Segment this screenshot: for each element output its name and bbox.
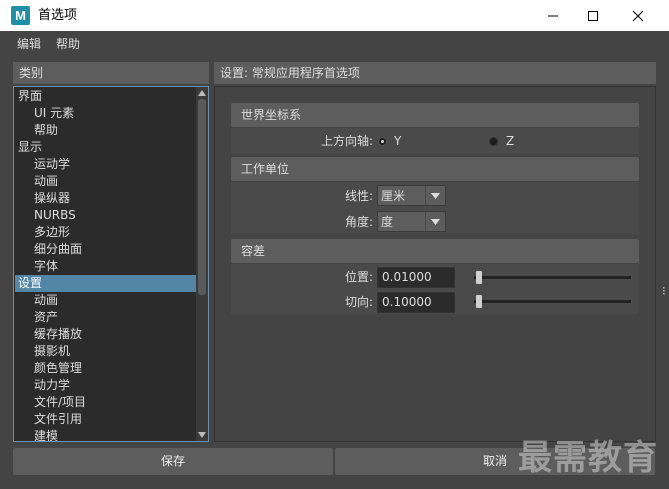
categories-header: 类别 (13, 62, 209, 84)
tangent-tolerance-field[interactable]: 0.10000 (377, 292, 455, 313)
tree-item-fonts[interactable]: 字体 (15, 258, 196, 275)
triangle-down-icon (198, 432, 206, 438)
resize-grip-mark: ⁝ (662, 284, 666, 298)
section-tolerance[interactable]: 容差 (231, 239, 639, 263)
tree-item-subdiv[interactable]: 细分曲面 (15, 241, 196, 258)
world-coords-body (231, 128, 639, 154)
angular-unit-select[interactable]: 度 (377, 211, 446, 232)
chevron-down-icon (431, 192, 440, 199)
angular-unit-value: 度 (381, 215, 394, 229)
tree-scrollbar[interactable] (196, 87, 208, 441)
tree-item-files-projects[interactable]: 文件/项目 (15, 394, 196, 411)
categories-tree[interactable]: 界面 UI 元素 帮助 显示 运动学 动画 操纵器 NURBS 多边形 细分曲面… (13, 86, 209, 442)
linear-dropdown-arrow (425, 186, 445, 205)
tree-item-nurbs[interactable]: NURBS (15, 207, 196, 224)
triangle-up-icon (198, 90, 206, 96)
close-button[interactable] (615, 0, 661, 31)
watermark-text: 最需教育 (518, 438, 658, 478)
position-label: 位置: (344, 270, 373, 284)
linear-label: 线性: (344, 189, 373, 203)
tree-item-color-management[interactable]: 颜色管理 (15, 360, 196, 377)
tree-item-cached-playback[interactable]: 缓存播放 (15, 326, 196, 343)
menu-edit[interactable]: 编辑 (17, 36, 41, 52)
menu-help[interactable]: 帮助 (56, 36, 80, 52)
linear-unit-value: 厘米 (381, 189, 406, 203)
minimize-icon (548, 15, 558, 16)
tree-item-settings[interactable]: 设置 (15, 275, 196, 292)
angular-dropdown-arrow (425, 212, 445, 231)
chevron-down-icon (431, 218, 440, 225)
maya-app-icon: M (11, 6, 30, 25)
tangent-slider-handle[interactable] (476, 295, 482, 308)
maximize-button[interactable] (570, 0, 616, 31)
up-axis-label: 上方向轴: (320, 134, 373, 148)
up-axis-y-radio[interactable] (378, 137, 387, 146)
section-world-coords[interactable]: 世界坐标系 (231, 103, 639, 127)
menu-bar: 编辑 帮助 (0, 31, 669, 57)
tree-item-ui-elements[interactable]: UI 元素 (15, 105, 196, 122)
settings-header: 设置: 常规应用程序首选项 (214, 62, 656, 84)
title-bar: M 首选项 (0, 0, 669, 31)
close-icon (632, 10, 644, 21)
tree-item-kinematics[interactable]: 运动学 (15, 156, 196, 173)
position-tolerance-field[interactable]: 0.01000 (377, 267, 455, 288)
scroll-up-button[interactable] (196, 87, 208, 99)
tree-item-manipulators[interactable]: 操纵器 (15, 190, 196, 207)
angular-label: 角度: (344, 215, 373, 229)
up-axis-y-label[interactable]: Y (394, 133, 401, 149)
tree-item-file-references[interactable]: 文件引用 (15, 411, 196, 428)
save-button[interactable]: 保存 (13, 448, 333, 475)
up-axis-z-radio[interactable] (489, 137, 498, 146)
tree-item-display[interactable]: 显示 (15, 139, 196, 156)
tree-item-animation[interactable]: 动画 (15, 292, 196, 309)
position-slider-handle[interactable] (476, 271, 482, 284)
tangent-slider-track[interactable] (474, 300, 631, 303)
tree-item-cameras[interactable]: 摄影机 (15, 343, 196, 360)
window-title: 首选项 (38, 8, 78, 23)
scroll-thumb[interactable] (198, 99, 206, 295)
tree-item-animation-display[interactable]: 动画 (15, 173, 196, 190)
up-axis-z-label[interactable]: Z (506, 133, 514, 149)
linear-unit-select[interactable]: 厘米 (377, 185, 446, 206)
position-slider-track[interactable] (474, 276, 631, 279)
scroll-down-button[interactable] (196, 429, 208, 441)
tree-item-polygons[interactable]: 多边形 (15, 224, 196, 241)
section-working-units[interactable]: 工作单位 (231, 157, 639, 181)
tree-item-dynamics[interactable]: 动力学 (15, 377, 196, 394)
tree-item-assets[interactable]: 资产 (15, 309, 196, 326)
tree-item-help[interactable]: 帮助 (15, 122, 196, 139)
maximize-icon (588, 10, 598, 21)
tree-item-modeling[interactable]: 建模 (15, 428, 196, 441)
tangent-label: 切向: (344, 295, 373, 309)
tree-item-interface[interactable]: 界面 (15, 88, 196, 105)
